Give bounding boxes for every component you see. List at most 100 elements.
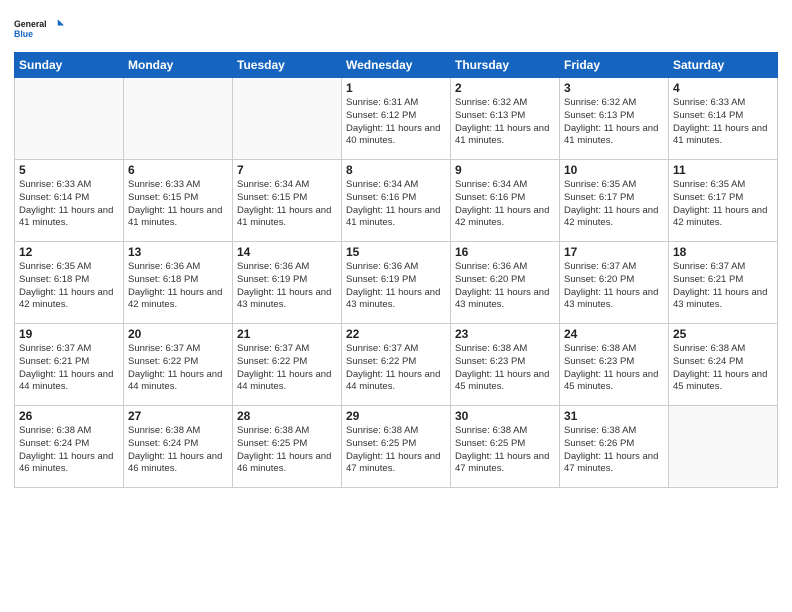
- day-info: Sunrise: 6:36 AMSunset: 6:20 PMDaylight:…: [455, 261, 555, 312]
- day-info: Sunrise: 6:38 AMSunset: 6:24 PMDaylight:…: [673, 343, 773, 394]
- day-info: Sunrise: 6:36 AMSunset: 6:19 PMDaylight:…: [346, 261, 446, 312]
- day-info: Sunrise: 6:35 AMSunset: 6:17 PMDaylight:…: [564, 179, 664, 230]
- calendar-day-cell: 26 Sunrise: 6:38 AMSunset: 6:24 PMDayligh…: [15, 406, 124, 488]
- day-number: 14: [237, 245, 337, 259]
- calendar-day-cell: 24 Sunrise: 6:38 AMSunset: 6:23 PMDayligh…: [560, 324, 669, 406]
- day-number: 8: [346, 163, 446, 177]
- svg-text:General: General: [14, 19, 47, 29]
- day-info: Sunrise: 6:33 AMSunset: 6:15 PMDaylight:…: [128, 179, 228, 230]
- day-number: 11: [673, 163, 773, 177]
- day-info: Sunrise: 6:37 AMSunset: 6:22 PMDaylight:…: [346, 343, 446, 394]
- calendar-day-cell: 27Sunrise: 6:38 AMSunset: 6:24 PMDayligh…: [124, 406, 233, 488]
- calendar-day-cell: 19 Sunrise: 6:37 AMSunset: 6:21 PMDayligh…: [15, 324, 124, 406]
- day-number: 5: [19, 163, 119, 177]
- calendar-day-cell: 11 Sunrise: 6:35 AMSunset: 6:17 PMDayligh…: [669, 160, 778, 242]
- day-info: Sunrise: 6:35 AMSunset: 6:17 PMDaylight:…: [673, 179, 773, 230]
- calendar-day-cell: 14Sunrise: 6:36 AMSunset: 6:19 PMDayligh…: [233, 242, 342, 324]
- calendar-day-cell: 30Sunrise: 6:38 AMSunset: 6:25 PMDayligh…: [451, 406, 560, 488]
- day-info: Sunrise: 6:34 AMSunset: 6:15 PMDaylight:…: [237, 179, 337, 230]
- day-number: 4: [673, 81, 773, 95]
- day-info: Sunrise: 6:38 AMSunset: 6:24 PMDaylight:…: [19, 425, 119, 476]
- calendar-day-cell: 1Sunrise: 6:31 AMSunset: 6:12 PMDaylight…: [342, 78, 451, 160]
- day-number: 20: [128, 327, 228, 341]
- day-number: 31: [564, 409, 664, 423]
- calendar-day-cell: 8 Sunrise: 6:34 AMSunset: 6:16 PMDaylight…: [342, 160, 451, 242]
- day-number: 25: [673, 327, 773, 341]
- calendar-day-header: Thursday: [451, 53, 560, 78]
- calendar-day-header: Sunday: [15, 53, 124, 78]
- calendar-day-cell: 6 Sunrise: 6:33 AMSunset: 6:15 PMDaylight…: [124, 160, 233, 242]
- day-info: Sunrise: 6:35 AMSunset: 6:18 PMDaylight:…: [19, 261, 119, 312]
- calendar-day-cell: 25 Sunrise: 6:38 AMSunset: 6:24 PMDayligh…: [669, 324, 778, 406]
- calendar-day-cell: [15, 78, 124, 160]
- calendar-day-cell: 28Sunrise: 6:38 AMSunset: 6:25 PMDayligh…: [233, 406, 342, 488]
- calendar-week-row: 12 Sunrise: 6:35 AMSunset: 6:18 PMDayligh…: [15, 242, 778, 324]
- day-info: Sunrise: 6:37 AMSunset: 6:21 PMDaylight:…: [19, 343, 119, 394]
- calendar-day-header: Tuesday: [233, 53, 342, 78]
- day-number: 9: [455, 163, 555, 177]
- day-info: Sunrise: 6:32 AMSunset: 6:13 PMDaylight:…: [564, 97, 664, 148]
- logo-svg: General Blue: [14, 10, 64, 46]
- day-number: 29: [346, 409, 446, 423]
- calendar-day-cell: 3 Sunrise: 6:32 AMSunset: 6:13 PMDaylight…: [560, 78, 669, 160]
- day-number: 26: [19, 409, 119, 423]
- day-info: Sunrise: 6:38 AMSunset: 6:26 PMDaylight:…: [564, 425, 664, 476]
- calendar-week-row: 5 Sunrise: 6:33 AMSunset: 6:14 PMDaylight…: [15, 160, 778, 242]
- day-number: 24: [564, 327, 664, 341]
- calendar-day-cell: 17 Sunrise: 6:37 AMSunset: 6:20 PMDayligh…: [560, 242, 669, 324]
- calendar-day-cell: 22 Sunrise: 6:37 AMSunset: 6:22 PMDayligh…: [342, 324, 451, 406]
- calendar-day-cell: [124, 78, 233, 160]
- day-info: Sunrise: 6:37 AMSunset: 6:22 PMDaylight:…: [128, 343, 228, 394]
- day-info: Sunrise: 6:37 AMSunset: 6:21 PMDaylight:…: [673, 261, 773, 312]
- page: General Blue SundayMondayTuesdayWednesda…: [0, 0, 792, 612]
- day-info: Sunrise: 6:38 AMSunset: 6:23 PMDaylight:…: [455, 343, 555, 394]
- calendar-day-cell: 31 Sunrise: 6:38 AMSunset: 6:26 PMDayligh…: [560, 406, 669, 488]
- day-number: 22: [346, 327, 446, 341]
- calendar-day-cell: 21 Sunrise: 6:37 AMSunset: 6:22 PMDayligh…: [233, 324, 342, 406]
- calendar-day-cell: 29 Sunrise: 6:38 AMSunset: 6:25 PMDayligh…: [342, 406, 451, 488]
- day-number: 7: [237, 163, 337, 177]
- header: General Blue: [14, 10, 778, 46]
- calendar-day-header: Saturday: [669, 53, 778, 78]
- day-number: 19: [19, 327, 119, 341]
- calendar-day-cell: 23 Sunrise: 6:38 AMSunset: 6:23 PMDayligh…: [451, 324, 560, 406]
- day-info: Sunrise: 6:38 AMSunset: 6:23 PMDaylight:…: [564, 343, 664, 394]
- day-info: Sunrise: 6:38 AMSunset: 6:25 PMDaylight:…: [346, 425, 446, 476]
- calendar-week-row: 1Sunrise: 6:31 AMSunset: 6:12 PMDaylight…: [15, 78, 778, 160]
- calendar-day-cell: 13Sunrise: 6:36 AMSunset: 6:18 PMDayligh…: [124, 242, 233, 324]
- day-number: 30: [455, 409, 555, 423]
- day-number: 1: [346, 81, 446, 95]
- calendar-day-cell: 20 Sunrise: 6:37 AMSunset: 6:22 PMDayligh…: [124, 324, 233, 406]
- svg-text:Blue: Blue: [14, 29, 33, 39]
- day-number: 17: [564, 245, 664, 259]
- day-number: 12: [19, 245, 119, 259]
- calendar-day-cell: [233, 78, 342, 160]
- calendar-day-cell: 10Sunrise: 6:35 AMSunset: 6:17 PMDayligh…: [560, 160, 669, 242]
- day-info: Sunrise: 6:32 AMSunset: 6:13 PMDaylight:…: [455, 97, 555, 148]
- calendar-day-cell: 2Sunrise: 6:32 AMSunset: 6:13 PMDaylight…: [451, 78, 560, 160]
- calendar-day-cell: 15 Sunrise: 6:36 AMSunset: 6:19 PMDayligh…: [342, 242, 451, 324]
- calendar-day-cell: 12 Sunrise: 6:35 AMSunset: 6:18 PMDayligh…: [15, 242, 124, 324]
- day-number: 18: [673, 245, 773, 259]
- logo: General Blue: [14, 10, 64, 46]
- day-info: Sunrise: 6:37 AMSunset: 6:22 PMDaylight:…: [237, 343, 337, 394]
- day-number: 21: [237, 327, 337, 341]
- day-info: Sunrise: 6:37 AMSunset: 6:20 PMDaylight:…: [564, 261, 664, 312]
- day-info: Sunrise: 6:33 AMSunset: 6:14 PMDaylight:…: [673, 97, 773, 148]
- calendar-day-header: Friday: [560, 53, 669, 78]
- calendar-day-cell: 9Sunrise: 6:34 AMSunset: 6:16 PMDaylight…: [451, 160, 560, 242]
- day-info: Sunrise: 6:33 AMSunset: 6:14 PMDaylight:…: [19, 179, 119, 230]
- calendar-day-cell: 7 Sunrise: 6:34 AMSunset: 6:15 PMDaylight…: [233, 160, 342, 242]
- day-number: 6: [128, 163, 228, 177]
- day-info: Sunrise: 6:38 AMSunset: 6:24 PMDaylight:…: [128, 425, 228, 476]
- day-number: 16: [455, 245, 555, 259]
- day-info: Sunrise: 6:38 AMSunset: 6:25 PMDaylight:…: [237, 425, 337, 476]
- calendar-week-row: 19 Sunrise: 6:37 AMSunset: 6:21 PMDayligh…: [15, 324, 778, 406]
- day-info: Sunrise: 6:34 AMSunset: 6:16 PMDaylight:…: [346, 179, 446, 230]
- calendar-header-row: SundayMondayTuesdayWednesdayThursdayFrid…: [15, 53, 778, 78]
- day-number: 23: [455, 327, 555, 341]
- day-info: Sunrise: 6:36 AMSunset: 6:18 PMDaylight:…: [128, 261, 228, 312]
- day-number: 15: [346, 245, 446, 259]
- calendar-day-cell: 18 Sunrise: 6:37 AMSunset: 6:21 PMDayligh…: [669, 242, 778, 324]
- day-number: 3: [564, 81, 664, 95]
